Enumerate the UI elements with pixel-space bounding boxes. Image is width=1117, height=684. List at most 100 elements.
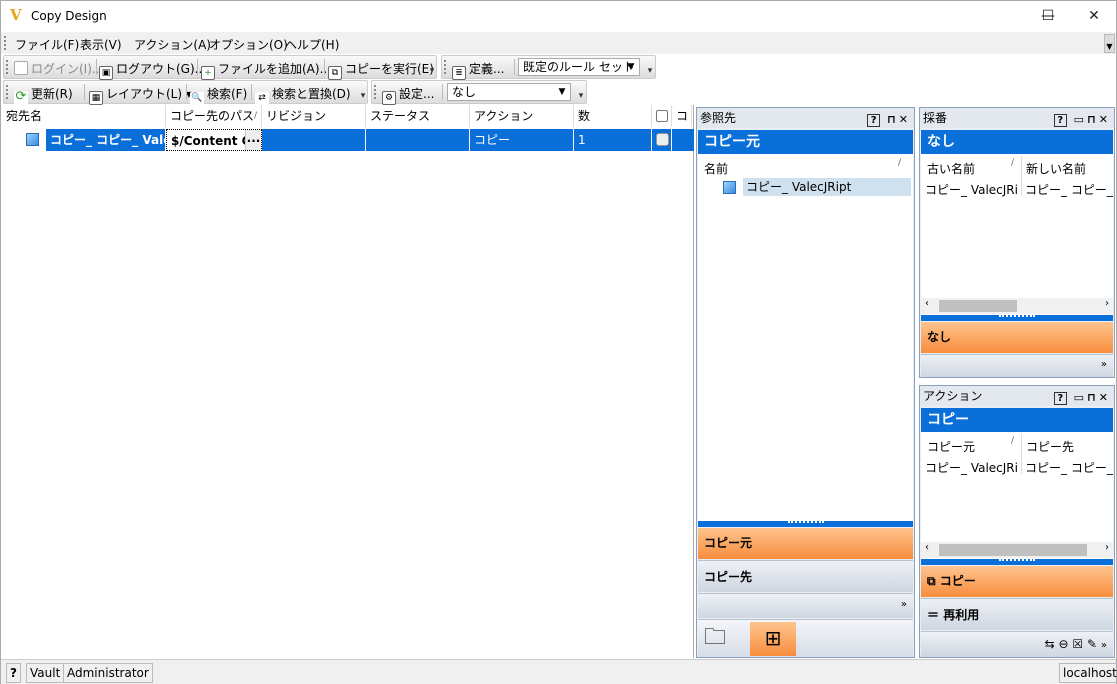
row-name[interactable]: コピー_ コピー_ ValecJ... <box>46 129 166 151</box>
new-name-cell[interactable]: コピー_ コピー_ Val... <box>1025 181 1113 198</box>
ruleset-dropdown[interactable]: 既定のルール セット ▼ <box>518 58 640 76</box>
status-server: localhost <box>1059 663 1117 683</box>
col-header-comment[interactable]: コ <box>672 105 692 127</box>
add-file-button[interactable]: + ファイルを追加(A)... <box>201 60 331 80</box>
layout-button[interactable]: ▦ レイアウト(L) ▾ <box>89 85 192 105</box>
edit-icon[interactable]: ✎ <box>1087 637 1097 651</box>
login-button[interactable]: ログイン(I)... <box>14 60 103 77</box>
help-icon[interactable]: ? <box>1053 114 1067 127</box>
expand-more-icon[interactable]: » <box>1101 640 1107 651</box>
toolbar-overflow-icon[interactable]: ▾ <box>645 58 655 77</box>
menu-file[interactable]: ファイル(F) <box>15 36 79 53</box>
toolbar-overflow-icon[interactable]: ▾ <box>358 83 368 102</box>
swap-icon[interactable]: ⇆ <box>1045 637 1055 651</box>
col-header-destination[interactable]: コピー先 <box>1026 438 1112 455</box>
old-name-cell[interactable]: コピー_ ValecJRipt <box>925 181 1019 198</box>
row-action[interactable]: コピー <box>470 129 574 151</box>
action-copy-button[interactable]: ⧉ コピー <box>921 566 1113 597</box>
close-button[interactable]: ✕ <box>1071 1 1117 31</box>
equals-icon: ＝ <box>927 608 944 622</box>
maximize-button[interactable]: ☐ <box>1025 1 1071 31</box>
filter-dropdown[interactable]: なし ▼ <box>447 83 571 101</box>
toolbar-grip[interactable] <box>444 60 447 74</box>
maximize-icon[interactable]: ▭ <box>1074 113 1087 126</box>
row-path[interactable]: $/Content C...... <box>166 129 262 151</box>
panel-title: アクション <box>923 389 983 403</box>
row-revision[interactable] <box>262 129 366 151</box>
list-item[interactable]: コピー_ ValecJRipt <box>743 178 911 196</box>
col-header-action[interactable]: アクション <box>470 105 574 127</box>
scroll-right-icon[interactable]: › <box>1105 298 1109 309</box>
splitter-handle[interactable] <box>921 559 1113 565</box>
close-icon[interactable]: ✕ <box>1099 391 1111 404</box>
scroll-left-icon[interactable]: ‹ <box>925 542 929 553</box>
pin-icon[interactable]: ⊓ <box>887 113 899 126</box>
add-file-icon: + <box>201 66 215 80</box>
col-header-name[interactable]: 名前 <box>704 160 728 177</box>
nav-none-button[interactable]: なし <box>921 322 1113 353</box>
settings-button[interactable]: ⚙ 設定... <box>382 85 434 105</box>
menu-overflow-button[interactable]: ▼ <box>1104 34 1115 53</box>
toolbar-overflow-icon[interactable]: ▾ <box>576 83 586 102</box>
sort-icon: / <box>1011 436 1015 446</box>
toolbar-grip[interactable] <box>6 85 9 99</box>
pin-icon[interactable]: ⊓ <box>1087 391 1099 404</box>
col-header-new-name[interactable]: 新しい名前 <box>1026 160 1112 177</box>
search-replace-button[interactable]: ⇄ 検索と置換(D) <box>255 85 351 106</box>
col-header-revision[interactable]: リビジョン <box>262 105 366 127</box>
scroll-left-icon[interactable]: ‹ <box>925 298 929 309</box>
nav-destination-button[interactable]: コピー先 <box>698 560 913 592</box>
help-icon[interactable]: ? <box>867 114 881 127</box>
minus-circle-icon[interactable]: ⊖ <box>1059 637 1069 651</box>
close-icon[interactable]: ✕ <box>1099 113 1111 126</box>
col-header-source[interactable]: コピー元 <box>927 438 1017 455</box>
scroll-right-icon[interactable]: › <box>1105 542 1109 553</box>
toolbar-overflow-icon[interactable]: ▾ <box>427 58 437 77</box>
row-status[interactable] <box>366 129 470 151</box>
hierarchy-icon[interactable]: ⊞ <box>750 622 796 656</box>
action-reuse-button[interactable]: ＝ 再利用 <box>921 598 1113 630</box>
menu-grip[interactable] <box>4 36 7 50</box>
search-button[interactable]: 🔍 検索(F) <box>190 85 247 106</box>
close-icon[interactable]: ✕ <box>899 113 911 126</box>
run-copy-button[interactable]: ⧉ コピーを実行(E) <box>328 60 434 80</box>
expand-more-icon[interactable]: » <box>698 593 913 618</box>
destination-cell[interactable]: コピー_ コピー_ Val... <box>1025 459 1113 476</box>
toolbar-grip[interactable] <box>374 85 377 99</box>
col-header-checkbox[interactable] <box>652 105 672 127</box>
remove-icon[interactable]: ☒ <box>1072 637 1083 651</box>
row-count[interactable]: 1 <box>574 129 652 151</box>
help-icon[interactable]: ? <box>1053 392 1067 405</box>
define-button[interactable]: ≣ 定義... <box>452 60 504 80</box>
browse-button[interactable]: ... <box>245 130 261 150</box>
col-header-count[interactable]: 数 <box>574 105 652 127</box>
col-header-destination-name[interactable]: 宛先名 <box>2 105 166 127</box>
col-header-old-name[interactable]: 古い名前 <box>927 160 1017 177</box>
menu-view[interactable]: 表示(V) <box>80 36 122 53</box>
refresh-button[interactable]: ⟳ 更新(R) <box>14 85 73 105</box>
menu-options[interactable]: オプション(O) <box>209 36 288 53</box>
nav-source-button[interactable]: コピー元 <box>698 528 913 559</box>
logout-button[interactable]: ▣ ログアウト(G)... <box>99 60 206 80</box>
action-panel: アクション ? ▭⊓✕ コピー コピー元 / コピー先 コピー_ ValecJR… <box>919 385 1115 658</box>
toolbar-grip[interactable] <box>6 60 9 74</box>
part-cube-icon <box>723 181 736 195</box>
login-label: ログイン(I)... <box>31 62 104 76</box>
table-row[interactable]: コピー_ コピー_ ValecJ... $/Content C...... コピ… <box>46 129 694 151</box>
menu-help[interactable]: ヘルプ(H) <box>285 36 339 53</box>
horizontal-scrollbar[interactable]: ‹ › <box>921 542 1113 558</box>
maximize-icon[interactable]: ▭ <box>1074 391 1087 404</box>
pin-icon[interactable]: ⊓ <box>1087 113 1099 126</box>
col-header-status[interactable]: ステータス <box>366 105 470 127</box>
col-header-destination-path[interactable]: コピー先のパス / <box>166 105 262 127</box>
splitter-handle[interactable] <box>921 315 1113 321</box>
splitter-handle[interactable] <box>698 521 913 527</box>
row-checkbox[interactable] <box>652 129 672 151</box>
menu-action[interactable]: アクション(A) <box>134 36 211 53</box>
layout-label: レイアウト(L) <box>106 87 183 101</box>
expand-more-icon[interactable]: » <box>921 354 1113 377</box>
folder-icon[interactable]: 🗀 <box>704 626 736 652</box>
help-icon[interactable]: ? <box>6 663 21 683</box>
horizontal-scrollbar[interactable]: ‹ › <box>921 298 1113 314</box>
source-cell[interactable]: コピー_ ValecJRipt <box>925 459 1019 476</box>
